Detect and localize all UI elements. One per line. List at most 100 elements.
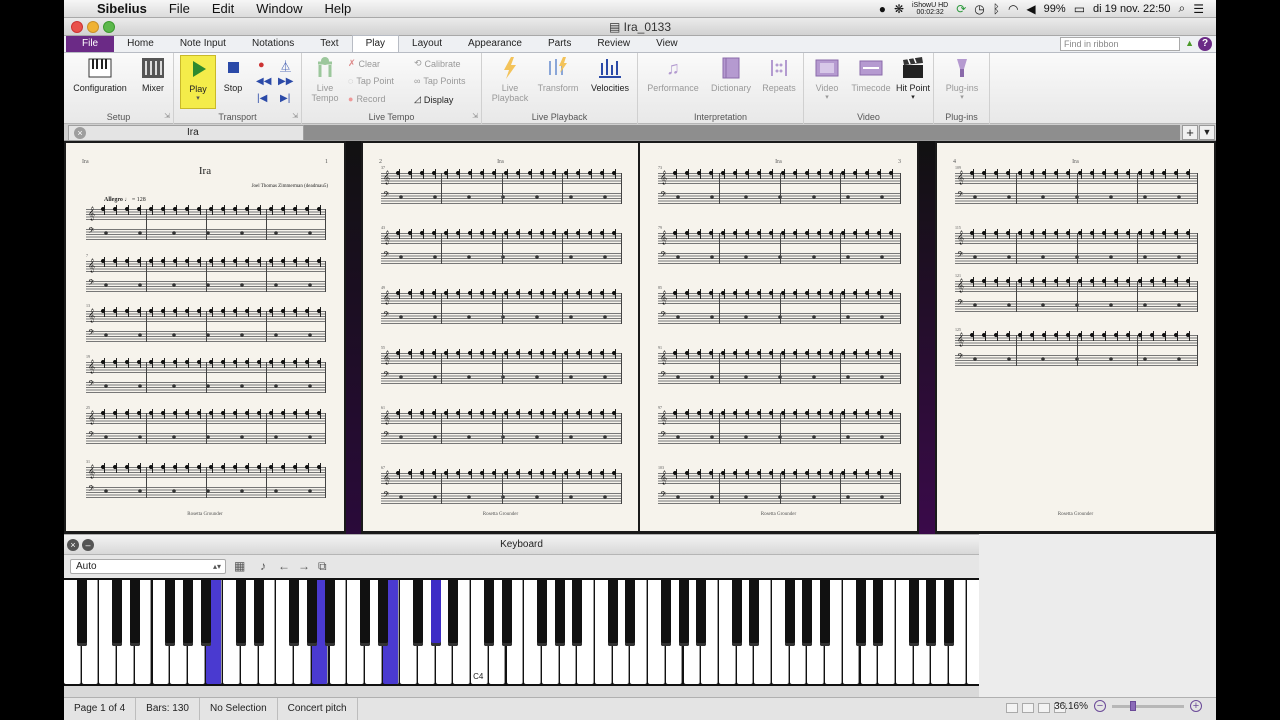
- concert-pitch-status[interactable]: Concert pitch: [278, 697, 358, 720]
- record-tempo-button[interactable]: ● Record: [348, 94, 385, 104]
- tab-home[interactable]: Home: [114, 36, 167, 52]
- play-button[interactable]: Play ▾: [180, 55, 216, 109]
- score-page-3[interactable]: Ira 3 𝄞 𝄢 73 𝄞 𝄢 79 𝄞 𝄢 85 𝄞 𝄢 91 𝄞 𝄢 97 𝄞 𝄢 103 Rosetta Gro…: [640, 143, 917, 531]
- tab-text[interactable]: Text: [307, 36, 351, 52]
- performance-button[interactable]: ♫ Performance: [644, 55, 702, 93]
- piano-black-key[interactable]: [554, 580, 565, 646]
- transform-button[interactable]: Transform: [534, 55, 582, 93]
- live-tempo-button[interactable]: Live Tempo: [308, 55, 342, 103]
- group-launcher-icon[interactable]: ⇲: [292, 112, 298, 120]
- menu-edit[interactable]: Edit: [201, 1, 245, 16]
- spotlight-search-icon[interactable]: ⌕: [1179, 1, 1186, 16]
- clock[interactable]: di 19 nov. 22:50: [1093, 3, 1170, 15]
- fast-forward-icon[interactable]: ▶▶: [278, 76, 293, 87]
- piano-black-key[interactable]: [926, 580, 937, 646]
- piano-black-key[interactable]: [536, 580, 547, 646]
- menu-file[interactable]: File: [158, 1, 201, 16]
- score-page-1[interactable]: Ira 1 Ira Joel Thomas Zimmerman (deadmau5) A…: [66, 143, 344, 531]
- staff-system[interactable]: 𝄞 𝄢: [86, 205, 326, 245]
- staff-system[interactable]: 𝄞 𝄢 91: [658, 345, 901, 389]
- staff-system[interactable]: 𝄞 𝄢 7: [86, 253, 326, 297]
- zoom-slider-thumb[interactable]: [1130, 700, 1136, 711]
- add-tab-button[interactable]: +: [1182, 125, 1198, 140]
- piano-black-key[interactable]: [430, 580, 441, 646]
- staff-system[interactable]: 𝄞 𝄢 85: [658, 285, 901, 329]
- group-launcher-icon[interactable]: ⇲: [472, 112, 478, 120]
- zoom-slider[interactable]: [1112, 700, 1184, 711]
- sync-icon[interactable]: ⟳: [956, 2, 966, 16]
- menu-help[interactable]: Help: [313, 1, 362, 16]
- dictionary-button[interactable]: Dictionary: [706, 55, 756, 93]
- piano-black-key[interactable]: [112, 580, 123, 646]
- piano-black-key[interactable]: [165, 580, 176, 646]
- volume-icon[interactable]: ◀: [1026, 2, 1035, 16]
- tab-menu-icon[interactable]: ▼: [1199, 125, 1215, 140]
- tab-play[interactable]: Play: [351, 35, 400, 52]
- staff-system[interactable]: 𝄞 𝄢 103: [658, 465, 901, 509]
- plugins-dropdown-icon[interactable]: ▾: [938, 93, 986, 101]
- tab-parts[interactable]: Parts: [535, 36, 584, 52]
- staff-system[interactable]: 𝄞 𝄢 61: [381, 405, 622, 449]
- staff-system[interactable]: 𝄞 𝄢 121: [955, 273, 1198, 317]
- tab-appearance[interactable]: Appearance: [455, 36, 535, 52]
- piano-black-key[interactable]: [236, 580, 246, 646]
- view-pages-icon[interactable]: [1022, 703, 1034, 713]
- document-tab[interactable]: × Ira: [68, 125, 304, 140]
- piano-black-key[interactable]: [253, 580, 264, 646]
- view-spreads-icon[interactable]: [1006, 703, 1018, 713]
- piano-black-key[interactable]: [501, 580, 512, 646]
- staff-system[interactable]: 𝄞 𝄢 79: [658, 225, 901, 269]
- record-dot-icon[interactable]: ●: [879, 2, 886, 16]
- ribbon-search-input[interactable]: Find in ribbon: [1060, 37, 1180, 51]
- video-button[interactable]: Video ▾: [808, 55, 846, 101]
- staff-system[interactable]: 𝄞 𝄢 43: [381, 225, 622, 269]
- plugins-button[interactable]: Plug-ins ▾: [938, 55, 986, 101]
- tab-review[interactable]: Review: [584, 36, 643, 52]
- piano-black-key[interactable]: [413, 580, 423, 646]
- calibrate-button[interactable]: ⟲ Calibrate: [414, 58, 461, 69]
- window-size-icon[interactable]: ⧉: [318, 559, 327, 573]
- piano-black-key[interactable]: [696, 580, 707, 646]
- score-page-4[interactable]: 4 Ira 𝄞 𝄢 109 𝄞 𝄢 115 𝄞 𝄢 121 𝄞 𝄢 125 Rosetta Grounder: [937, 143, 1214, 531]
- video-dropdown-icon[interactable]: ▾: [808, 93, 846, 101]
- staff-system[interactable]: 𝄞 𝄢 55: [381, 345, 622, 389]
- piano-black-key[interactable]: [944, 580, 954, 646]
- piano-black-key[interactable]: [855, 580, 866, 646]
- keypad-grid-icon[interactable]: ▦: [234, 559, 245, 573]
- live-playback-button[interactable]: Live Playback: [488, 55, 532, 103]
- zoom-out-button[interactable]: −: [1094, 700, 1106, 712]
- staff-system[interactable]: 𝄞 𝄢 97: [658, 405, 901, 449]
- mixer-button[interactable]: Mixer: [136, 55, 170, 93]
- staff-system[interactable]: 𝄞 𝄢 67: [381, 465, 622, 509]
- staff-system[interactable]: 𝄞 𝄢 31: [86, 459, 326, 503]
- notification-list-icon[interactable]: ☰: [1193, 2, 1204, 16]
- staff-system[interactable]: 𝄞 𝄢 125: [955, 327, 1198, 371]
- piano-black-key[interactable]: [802, 580, 813, 646]
- view-single-icon[interactable]: [1038, 703, 1050, 713]
- piano-keyboard[interactable]: C4: [64, 578, 984, 686]
- group-launcher-icon[interactable]: ⇲: [164, 112, 170, 120]
- staff-system[interactable]: 𝄞 𝄢 37: [381, 165, 622, 209]
- stop-button[interactable]: Stop: [218, 55, 248, 93]
- piano-black-key[interactable]: [749, 580, 760, 646]
- repeats-button[interactable]: Repeats: [758, 55, 800, 93]
- flower-icon[interactable]: ❋: [894, 2, 904, 16]
- hit-point-dropdown-icon[interactable]: ▾: [896, 93, 930, 101]
- tab-file[interactable]: File: [66, 36, 115, 52]
- piano-black-key[interactable]: [660, 580, 671, 646]
- piano-black-key[interactable]: [377, 580, 388, 646]
- piano-black-key[interactable]: [784, 580, 795, 646]
- piano-black-key[interactable]: [359, 580, 370, 646]
- piano-black-key[interactable]: [731, 580, 742, 646]
- wifi-icon[interactable]: ◠: [1008, 2, 1018, 16]
- go-to-end-icon[interactable]: ▶|: [280, 93, 290, 104]
- go-to-start-icon[interactable]: |◀: [257, 93, 267, 104]
- piano-black-key[interactable]: [572, 580, 583, 646]
- velocities-button[interactable]: Velocities: [586, 55, 634, 93]
- tap-point-button[interactable]: ◌ Tap Point: [348, 76, 394, 86]
- scroll-right-icon[interactable]: →: [298, 559, 310, 573]
- play-dropdown-icon[interactable]: ▾: [181, 94, 215, 102]
- close-tab-icon[interactable]: ×: [74, 127, 86, 139]
- staff-system[interactable]: 𝄞 𝄢 73: [658, 165, 901, 209]
- timecode-button[interactable]: Timecode: [848, 55, 894, 93]
